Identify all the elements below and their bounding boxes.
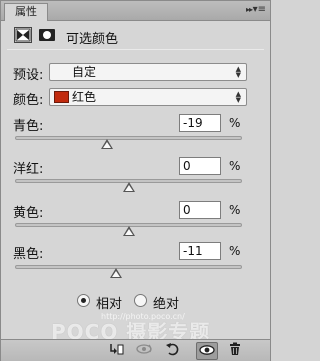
- black-input[interactable]: -11: [179, 242, 221, 260]
- preset-label: 预设:: [13, 68, 44, 83]
- bottom-toolbar: [1, 339, 270, 361]
- preset-select[interactable]: 自定 ▲ ▼: [49, 63, 247, 81]
- reset-icon[interactable]: [162, 342, 184, 360]
- adjustment-layer-icon[interactable]: [14, 27, 32, 43]
- cyan-percent: %: [229, 116, 241, 130]
- panel-menu-icon[interactable]: ▾≡: [253, 4, 266, 15]
- cyan-track[interactable]: [15, 136, 242, 140]
- relative-label: 相对: [96, 297, 123, 312]
- radio-absolute[interactable]: [134, 294, 147, 307]
- cyan-label: 青色:: [13, 119, 44, 134]
- radio-relative[interactable]: [77, 294, 90, 307]
- properties-panel: 属性 ▸▸ ▾≡ 可选颜色 预设: 自定 ▲ ▼ 颜色: 红色 ▲ ▼ 青色: -1…: [0, 0, 271, 361]
- cyan-input[interactable]: -19: [179, 114, 221, 132]
- black-label: 黑色:: [13, 247, 44, 262]
- divider: [7, 49, 264, 50]
- panel-titlebar: 属性 ▸▸ ▾≡: [1, 1, 270, 21]
- color-swatch: [54, 91, 69, 103]
- trash-icon[interactable]: [224, 342, 246, 360]
- magenta-percent: %: [229, 159, 241, 173]
- clip-to-layer-icon[interactable]: [105, 342, 127, 360]
- black-track[interactable]: [15, 265, 242, 269]
- colors-value: 红色: [72, 90, 97, 104]
- select-arrows-icon: ▲ ▼: [235, 65, 241, 79]
- layer-mask-icon[interactable]: [38, 27, 56, 43]
- colors-label: 颜色:: [13, 93, 44, 108]
- magenta-slider-thumb[interactable]: [122, 182, 135, 192]
- black-slider-thumb[interactable]: [110, 268, 122, 278]
- cyan-slider-thumb[interactable]: [100, 139, 113, 149]
- black-percent: %: [229, 244, 241, 258]
- colors-select[interactable]: 红色 ▲ ▼: [49, 88, 247, 106]
- collapse-icon[interactable]: ▸▸: [246, 5, 253, 14]
- view-previous-icon[interactable]: [133, 342, 155, 360]
- adjustment-title: 可选颜色: [66, 32, 119, 47]
- magenta-input[interactable]: 0: [179, 157, 221, 175]
- radio-selected-dot: [81, 298, 86, 303]
- visibility-eye-icon[interactable]: [196, 342, 218, 360]
- yellow-input[interactable]: 0: [179, 201, 221, 219]
- absolute-label: 绝对: [153, 297, 180, 312]
- magenta-label: 洋红:: [13, 162, 44, 177]
- preset-value: 自定: [72, 65, 97, 79]
- select-arrows-icon: ▲ ▼: [235, 90, 241, 104]
- yellow-percent: %: [229, 203, 241, 217]
- tab-properties[interactable]: 属性: [4, 3, 48, 21]
- yellow-label: 黄色:: [13, 206, 44, 221]
- yellow-slider-thumb[interactable]: [122, 226, 135, 236]
